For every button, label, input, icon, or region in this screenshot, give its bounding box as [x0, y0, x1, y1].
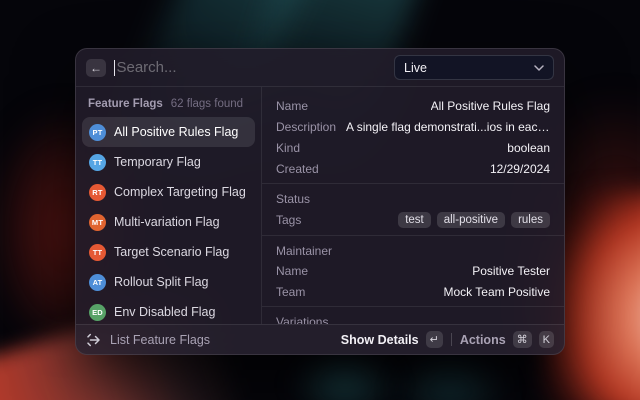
flag-list-item[interactable]: AT Rollout Split Flag [82, 267, 255, 297]
flag-initials-badge: MT [89, 213, 106, 231]
flag-label: Multi-variation Flag [114, 215, 220, 229]
dash-arrow-icon [86, 332, 102, 348]
flag-label: Target Scenario Flag [114, 245, 230, 259]
section-title: Feature Flags [88, 98, 163, 110]
flag-list: PT All Positive Rules Flag TT Temporary … [76, 117, 261, 327]
detail-value: All Positive Rules Flag [430, 98, 550, 113]
tag-chip: test [398, 211, 431, 228]
search-field-wrap [114, 59, 386, 76]
flag-initials-badge: RT [89, 183, 106, 201]
flag-label: Temporary Flag [114, 155, 201, 169]
dropdown-value: Live [404, 60, 427, 75]
actions-menu-button[interactable]: Actions ⌘ K [460, 331, 554, 348]
flag-list-item[interactable]: TT Target Scenario Flag [82, 237, 255, 267]
detail-panel: Name All Positive Rules Flag Description… [262, 87, 564, 324]
flag-initials-badge: AT [89, 273, 106, 291]
back-arrow-icon: ← [90, 60, 102, 75]
flag-list-panel: Feature Flags 62 flags found PT All Posi… [76, 87, 262, 324]
maintainer-section-header: Maintainer [276, 244, 333, 258]
variations-section-header: Variations [276, 315, 329, 324]
detail-label: Description [276, 119, 337, 134]
divider [262, 306, 564, 307]
detail-label: Name [276, 263, 309, 278]
detail-value: Mock Team Positive [443, 284, 550, 299]
background-teal-glow [290, 350, 400, 400]
detail-row-description: Description A single flag demonstrati...… [262, 116, 564, 137]
enter-key-icon: ↵ [425, 331, 443, 348]
flag-initials-badge: TT [89, 243, 106, 261]
detail-label: Name [276, 98, 309, 113]
show-details-action[interactable]: Show Details ↵ [341, 331, 443, 348]
detail-value: A single flag demonstrati...ios in each … [346, 119, 550, 134]
back-button[interactable]: ← [86, 58, 106, 77]
window-body: Feature Flags 62 flags found PT All Posi… [76, 87, 564, 324]
list-section-header: Feature Flags 62 flags found [76, 93, 261, 117]
detail-label: Tags [276, 212, 302, 227]
search-header: ← Live [76, 49, 564, 87]
flag-label: All Positive Rules Flag [114, 125, 239, 139]
detail-label: Created [276, 161, 319, 176]
detail-value: Positive Tester [472, 263, 550, 278]
flag-initials-badge: ED [89, 303, 106, 321]
divider [450, 333, 452, 346]
detail-label: Team [276, 284, 306, 299]
actions-label: Actions [459, 332, 506, 347]
action-bar: List Feature Flags Show Details ↵ Action… [76, 324, 564, 354]
flag-list-item[interactable]: TT Temporary Flag [82, 147, 255, 177]
detail-row-team: Team Mock Team Positive [262, 281, 564, 302]
divider [262, 235, 564, 236]
result-count: 62 flags found [170, 98, 244, 110]
detail-row-name: Name All Positive Rules Flag [262, 95, 564, 116]
flag-label: Rollout Split Flag [114, 275, 209, 289]
flag-list-item[interactable]: MT Multi-variation Flag [82, 207, 255, 237]
flag-label: Complex Targeting Flag [114, 185, 246, 199]
detail-value: boolean [507, 140, 550, 155]
detail-label: Kind [276, 140, 301, 155]
background-teal-glow [390, 355, 510, 400]
status-section-header: Status [276, 192, 311, 206]
environment-dropdown[interactable]: Live [394, 55, 554, 80]
command-title: List Feature Flags [110, 332, 211, 347]
detail-row-kind: Kind boolean [262, 137, 564, 158]
detail-row-maintainer-name: Name Positive Tester [262, 260, 564, 281]
launcher-window: ← Live Feature Flags 62 flags found PT A… [75, 48, 565, 355]
detail-row-tags: Tags test all-positive rules [262, 208, 564, 231]
divider [262, 183, 564, 184]
tag-list: test all-positive rules [398, 211, 550, 228]
flag-list-item[interactable]: PT All Positive Rules Flag [82, 117, 255, 147]
detail-row-created: Created 12/29/2024 [262, 158, 564, 179]
text-caret [114, 59, 116, 76]
detail-value: 12/29/2024 [489, 161, 550, 176]
k-key-icon: K [538, 331, 554, 348]
flag-initials-badge: PT [89, 123, 106, 141]
flag-initials-badge: TT [89, 153, 106, 171]
flag-list-item[interactable]: ED Env Disabled Flag [82, 297, 255, 327]
search-input[interactable] [116, 59, 386, 76]
show-details-label: Show Details [340, 332, 419, 347]
command-key-icon: ⌘ [512, 331, 532, 348]
tag-chip: rules [511, 211, 550, 228]
flag-label: Env Disabled Flag [114, 305, 216, 319]
tag-chip: all-positive [436, 211, 506, 228]
flag-list-item[interactable]: RT Complex Targeting Flag [82, 177, 255, 207]
chevron-down-icon [534, 64, 544, 71]
